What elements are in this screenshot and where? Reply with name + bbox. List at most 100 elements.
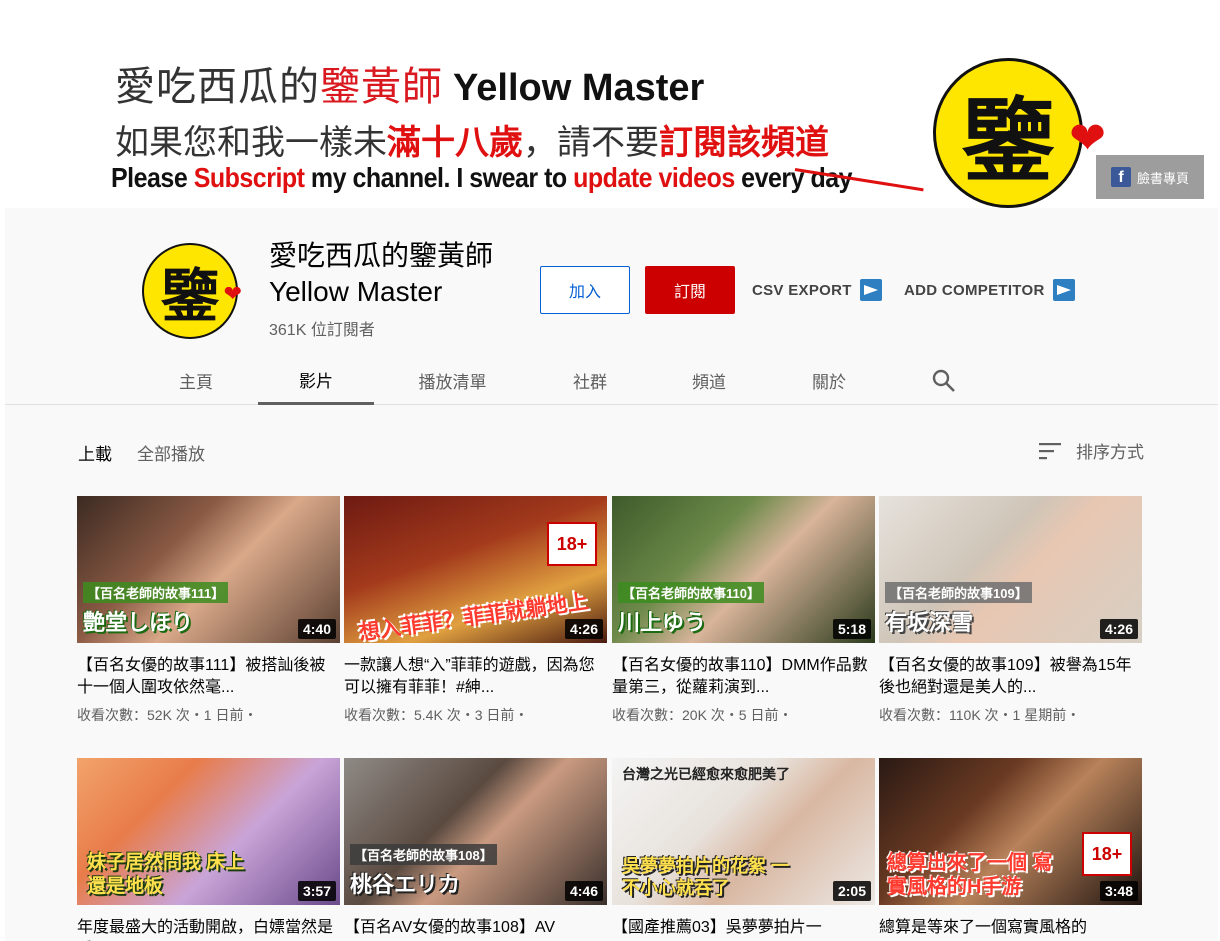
banner-warning-c: ，請不要 <box>523 124 659 162</box>
channel-header: 鑒 ❤ 愛吃西瓜的鑒黃師 Yellow Master 361K 位訂閱者 加入 … <box>5 208 1218 405</box>
sort-icon <box>1039 442 1061 459</box>
thumbnail-tag: 【百名老師的故事108】 <box>350 844 497 865</box>
video-card[interactable]: 【百名老師的故事108】 桃谷エリカ 4:46 【百名AV女優的故事108】AV <box>344 758 607 941</box>
banner-english-c: my channel. I swear to <box>304 163 574 194</box>
csv-export-label: CSV EXPORT <box>752 281 852 299</box>
thumbnail-overlay: 想入菲菲？菲菲就躺地上 <box>357 590 590 643</box>
video-thumbnail[interactable]: 妹子居然問我 床上還是地板 3:57 <box>77 758 340 905</box>
tab-videos[interactable]: 影片 <box>258 356 374 405</box>
thumbnail-caption: 【百名老師的故事108】 桃谷エリカ <box>350 844 497 899</box>
video-meta: 收看次數：20K 次・5 日前・ <box>612 707 793 723</box>
tab-home[interactable]: 主頁 <box>146 356 246 405</box>
add-competitor-label: ADD COMPETITOR <box>904 281 1045 299</box>
video-title[interactable]: 年度最盛大的活動開啟，白嫖當然是愛… <box>77 917 340 941</box>
video-thumbnail[interactable]: 台灣之光已經愈來愈肥美了 吳夢夢拍片的花絮 一不小心就吞了 2:05 <box>612 758 875 905</box>
youtube-channel-page: 愛吃西瓜的鑒黃師 Yellow Master 如果您和我一樣未滿十八歲，請不要訂閱… <box>0 0 1220 941</box>
csv-export-button[interactable]: CSV EXPORT <box>752 278 882 302</box>
video-title[interactable]: 【百名女優的故事109】被譽為15年後也絕對還是美人的... <box>879 655 1142 699</box>
tab-playlists[interactable]: 播放清單 <box>395 356 510 405</box>
video-thumbnail[interactable]: 【百名老師的故事108】 桃谷エリカ 4:46 <box>344 758 607 905</box>
search-icon[interactable] <box>931 368 957 394</box>
thumbnail-caption: 【百名老師的故事110】 川上ゆう <box>618 582 764 637</box>
thumbnail-caption: 【百名老師的故事109】 有坂深雪 <box>885 582 1032 637</box>
video-duration: 4:46 <box>564 881 603 901</box>
video-title[interactable]: 一款讓人想“入”菲菲的遊戲，因為您可以擁有菲菲！#紳... <box>344 655 607 699</box>
banner-english-a: Please <box>111 163 194 194</box>
add-competitor-button[interactable]: ADD COMPETITOR <box>904 278 1075 302</box>
videos-section: 上載 全部播放 排序方式 【百名老師的故事111】 艶堂しほり 4:40 【百名… <box>5 405 1218 941</box>
thumbnail-overlay-top: 台灣之光已經愈來愈肥美了 <box>622 766 790 782</box>
channel-avatar[interactable]: 鑒 ❤ <box>142 243 242 339</box>
thumbnail-caption: 【百名老師的故事111】 艶堂しほり <box>83 582 229 637</box>
tab-community[interactable]: 社群 <box>535 356 645 405</box>
vidiq-icon <box>859 279 882 301</box>
video-thumbnail[interactable]: 18+ 想入菲菲？菲菲就躺地上 4:26 <box>344 496 607 643</box>
banner-title-b: 鑒黃師 <box>320 65 443 109</box>
video-card[interactable]: 18+ 想入菲菲？菲菲就躺地上 4:26 一款讓人想“入”菲菲的遊戲，因為您可以… <box>344 496 607 725</box>
thumbnail-name: 桃谷エリカ <box>350 872 461 897</box>
avatar-char: 鑒 <box>160 264 219 329</box>
banner-title-a: 愛吃西瓜的 <box>115 65 320 109</box>
channel-name: 愛吃西瓜的鑒黃師 Yellow Master <box>269 238 493 310</box>
facebook-icon: f <box>1110 167 1131 187</box>
thumbnail-overlay: 妹子居然問我 床上還是地板 <box>87 852 245 897</box>
tab-about[interactable]: 關於 <box>774 356 884 405</box>
banner-title-en: Yellow Master <box>453 67 705 109</box>
video-title[interactable]: 總算是等來了一個寫實風格的 <box>879 917 1142 941</box>
channel-name-en: Yellow Master <box>269 276 443 307</box>
video-meta: 收看次數：110K 次・1 星期前・ <box>879 707 1081 723</box>
video-card[interactable]: 【百名老師的故事109】 有坂深雪 4:26 【百名女優的故事109】被譽為15… <box>879 496 1142 725</box>
sort-button[interactable]: 排序方式 <box>1038 438 1144 463</box>
video-card[interactable]: 18+ 總算出來了一個 寫實風格的H手游 3:48 總算是等來了一個寫實風格的 <box>879 758 1142 941</box>
video-thumbnail[interactable]: 【百名老師的故事109】 有坂深雪 4:26 <box>879 496 1142 643</box>
video-duration: 4:26 <box>564 619 603 639</box>
banner-title: 愛吃西瓜的鑒黃師 Yellow Master <box>115 54 704 112</box>
video-card[interactable]: 台灣之光已經愈來愈肥美了 吳夢夢拍片的花絮 一不小心就吞了 2:05 【國產推薦… <box>612 758 875 941</box>
banner-warning-a: 如果您和我一樣未 <box>115 124 387 162</box>
channel-banner: 愛吃西瓜的鑒黃師 Yellow Master 如果您和我一樣未滿十八歲，請不要訂閱… <box>5 0 1218 208</box>
age-badge: 18+ <box>1082 832 1132 876</box>
thumbnail-name: 川上ゆう <box>618 610 707 635</box>
video-duration: 4:26 <box>1099 619 1138 639</box>
facebook-link-button[interactable]: f 臉書專頁 <box>1096 155 1204 199</box>
banner-logo: 鑒 ❤ <box>933 58 1106 208</box>
banner-english-d: update videos <box>573 163 735 194</box>
video-meta: 收看次數：5.4K 次・3 日前・ <box>344 707 529 723</box>
banner-english: Please Subscript my channel. I swear to … <box>111 163 853 195</box>
thumbnail-overlay: 總算出來了一個 寫實風格的H手游 <box>887 852 1053 898</box>
video-duration: 2:05 <box>832 881 871 901</box>
video-duration: 3:48 <box>1099 881 1138 901</box>
video-card[interactable]: 妹子居然問我 床上還是地板 3:57 年度最盛大的活動開啟，白嫖當然是愛… <box>77 758 340 941</box>
video-title[interactable]: 【百名女優的故事111】被搭訕後被十一個人圍攻依然毫... <box>77 655 340 699</box>
video-thumbnail[interactable]: 【百名老師的故事111】 艶堂しほり 4:40 <box>77 496 340 643</box>
play-all-button[interactable]: 全部播放 <box>137 440 205 465</box>
video-duration: 5:18 <box>832 619 871 639</box>
banner-warning: 如果您和我一樣未滿十八歲，請不要訂閱該頻道 <box>115 115 829 164</box>
thumbnail-tag: 【百名老師的故事110】 <box>618 582 764 603</box>
video-card[interactable]: 【百名老師的故事111】 艶堂しほり 4:40 【百名女優的故事111】被搭訕後… <box>77 496 340 725</box>
uploads-label: 上載 <box>78 445 112 464</box>
banner-english-b: Subscript <box>193 163 305 194</box>
banner-warning-d: 訂閱該頻道 <box>659 124 829 162</box>
video-thumbnail[interactable]: 18+ 總算出來了一個 寫實風格的H手游 3:48 <box>879 758 1142 905</box>
tab-channels[interactable]: 頻道 <box>654 356 764 405</box>
video-meta: 收看次數：52K 次・1 日前・ <box>77 707 258 723</box>
video-title[interactable]: 【百名AV女優的故事108】AV <box>344 917 607 941</box>
video-card[interactable]: 【百名老師的故事110】 川上ゆう 5:18 【百名女優的故事110】DMM作品… <box>612 496 875 725</box>
video-thumbnail[interactable]: 【百名老師的故事110】 川上ゆう 5:18 <box>612 496 875 643</box>
banner-english-e: every day <box>734 163 853 194</box>
heart-icon: ❤ <box>223 281 242 306</box>
video-title[interactable]: 【百名女優的故事110】DMM作品數量第三，從蘿莉演到... <box>612 655 875 699</box>
age-badge: 18+ <box>547 522 597 566</box>
channel-name-zh: 愛吃西瓜的鑒黃師 <box>269 240 494 271</box>
sort-label: 排序方式 <box>1076 443 1144 462</box>
channel-tabs: 主頁 影片 播放清單 社群 頻道 關於 <box>5 356 1218 405</box>
thumbnail-tag: 【百名老師的故事111】 <box>83 582 229 603</box>
thumbnail-name: 有坂深雪 <box>885 610 974 635</box>
facebook-link-label: 臉書專頁 <box>1136 170 1189 186</box>
video-title[interactable]: 【國產推薦03】吳夢夢拍片一 <box>612 917 875 941</box>
banner-warning-b: 滿十八歲 <box>387 124 523 162</box>
video-duration: 4:40 <box>297 619 336 639</box>
join-button[interactable]: 加入 <box>540 266 630 314</box>
subscribe-button[interactable]: 訂閱 <box>645 266 735 314</box>
